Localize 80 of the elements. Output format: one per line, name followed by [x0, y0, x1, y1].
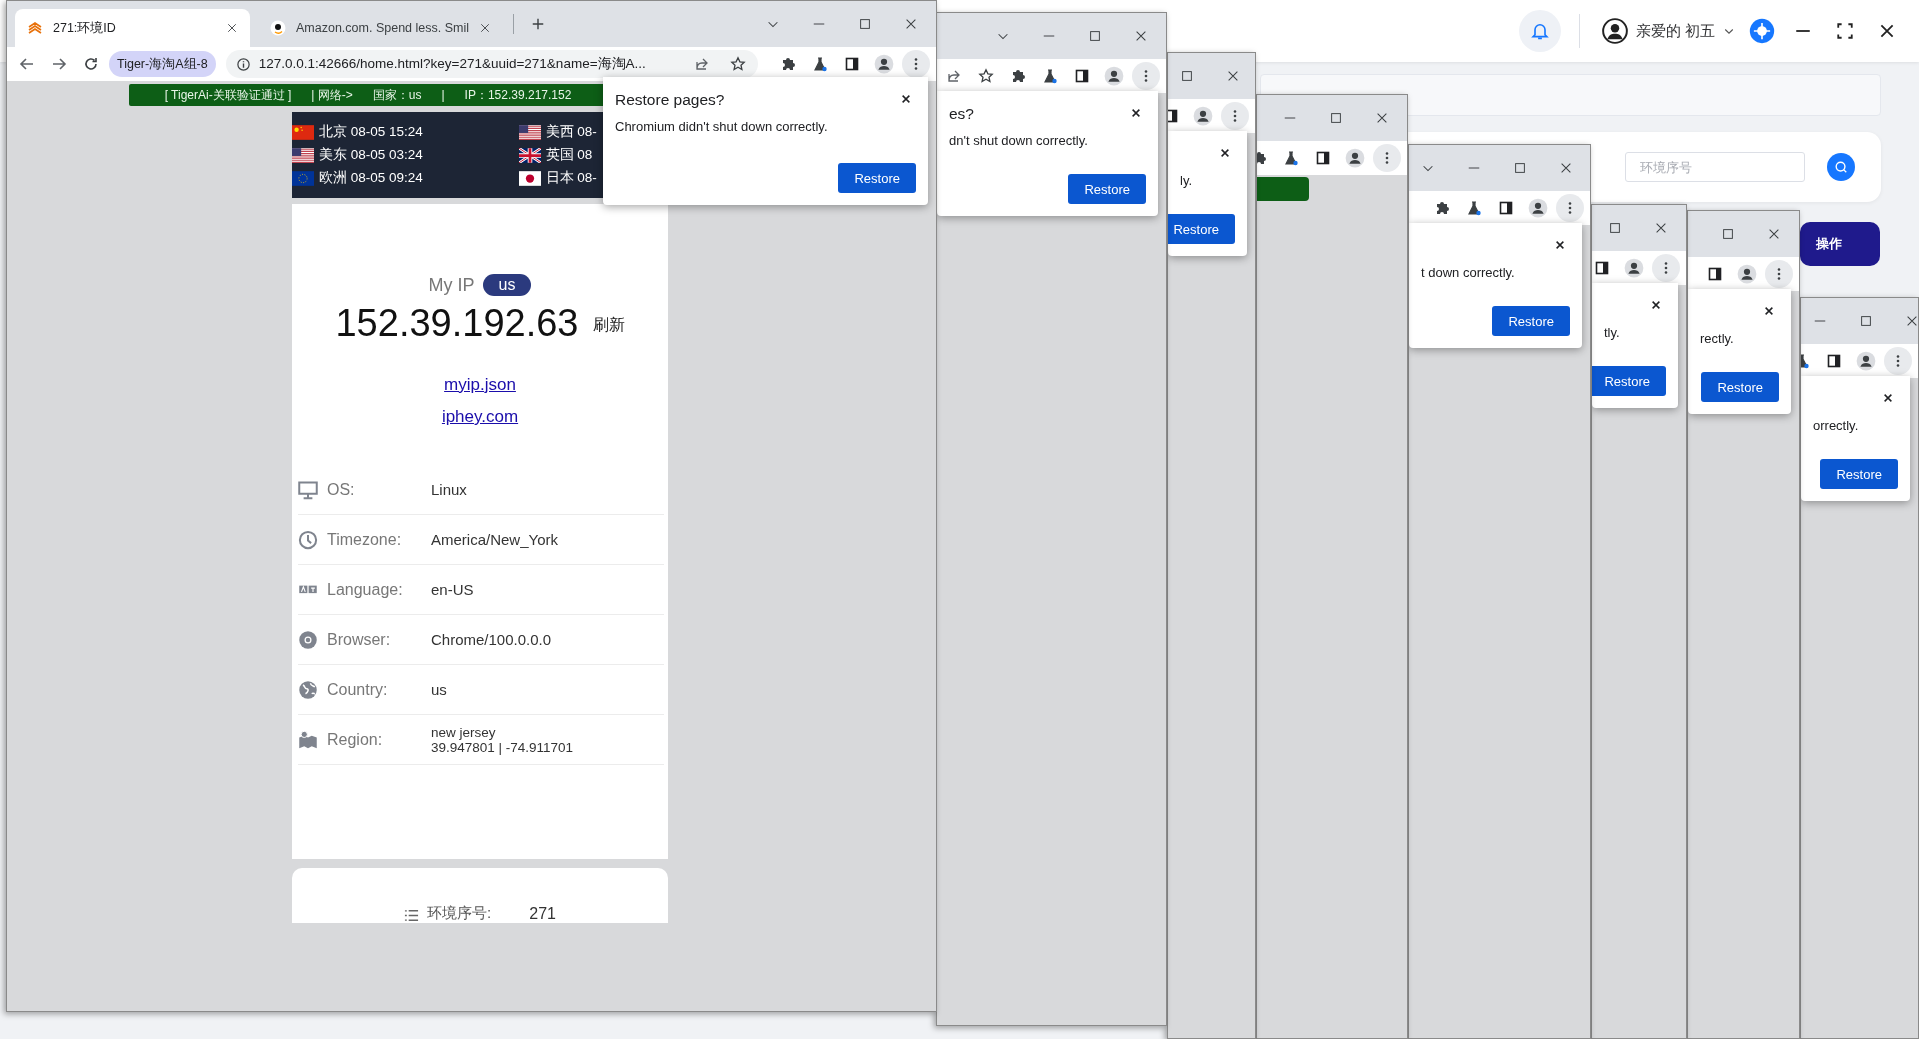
info-label: Timezone:	[327, 530, 403, 549]
restore-button[interactable]: Restore	[1492, 306, 1570, 336]
url-text: 127.0.0.1:42666/home.html?key=271&uuid=271&name=海淘A...	[258, 55, 647, 73]
flag-icon	[518, 124, 541, 140]
env-label: 环境序号:	[427, 904, 492, 923]
globe-icon	[298, 679, 318, 700]
banner-text: | 网络->	[311, 86, 353, 104]
info-value: new jersey	[431, 724, 497, 740]
clock-text: 美东 08-05 03:24	[319, 146, 423, 164]
info-label: Region:	[327, 730, 384, 749]
info-label: Browser:	[327, 630, 392, 649]
monitor-icon	[298, 479, 318, 500]
info-label: OS:	[327, 480, 356, 499]
dialog-message: tly.	[1604, 325, 1621, 340]
info-label: Language:	[327, 580, 404, 599]
clock-text: 英国 08	[545, 146, 593, 164]
avatar-icon	[1601, 18, 1628, 44]
address-bar[interactable]: 127.0.0.1:42666/home.html?key=271&uuid=271&name=海淘A...	[225, 50, 758, 78]
dialog-message: t down correctly.	[1421, 265, 1516, 280]
info-value: en-US	[431, 581, 474, 598]
profile-chip[interactable]: Tiger-海淘A组-8	[109, 51, 216, 77]
dialog-message: dn't shut down correctly.	[949, 133, 1089, 148]
coordinates: 39.947801 | -74.911701	[431, 739, 574, 755]
list-icon	[404, 908, 420, 923]
search-field[interactable]: 环境序号	[1625, 152, 1805, 182]
link[interactable]: iphey.com	[441, 407, 519, 427]
info-value: America/New_York	[431, 531, 558, 548]
tab-close-icon	[226, 22, 238, 34]
info-value: Chrome/100.0.0.0	[431, 631, 552, 648]
map-icon	[298, 729, 318, 750]
column-header: 操作	[1800, 222, 1880, 266]
banner-text: [ TigerAi-关联验证通过 ]	[164, 86, 292, 104]
restore-button[interactable]: Restore	[1592, 366, 1666, 396]
search-button[interactable]	[1827, 153, 1855, 181]
notification-button[interactable]	[1518, 10, 1561, 52]
restore-button[interactable]: Restore	[1068, 174, 1146, 204]
clock-text: 欧洲 08-05 09:24	[319, 169, 423, 187]
flag-icon	[518, 147, 541, 163]
browser-icon	[298, 629, 318, 650]
link[interactable]: myip.json	[444, 375, 516, 395]
restore-button[interactable]: Restore	[838, 163, 916, 193]
restore-button[interactable]: Restore	[1701, 372, 1779, 402]
flag-icon	[292, 147, 314, 163]
dialog-message: orrectly.	[1813, 418, 1860, 433]
bell-icon	[1529, 21, 1550, 41]
info-label: Country:	[327, 680, 389, 699]
info-value: Linux	[431, 481, 467, 498]
clock-icon	[298, 529, 318, 550]
flag-icon	[292, 124, 314, 140]
browser-tab[interactable]: 271:环境ID	[15, 9, 250, 47]
browser-tab[interactable]: Amazon.com. Spend less. Smil	[258, 9, 503, 47]
ip-address: 152.39.192.63	[335, 302, 579, 345]
dialog-title: Restore pages?	[615, 91, 725, 110]
user-menu[interactable]: 亲爱的 初五	[1601, 18, 1735, 44]
info-icon	[235, 56, 251, 72]
clock-text: 北京 08-05 15:24	[319, 123, 423, 141]
dialog-message: rectly.	[1700, 331, 1735, 346]
dialog-title: es?	[949, 105, 974, 124]
banner-text: IP：152.39.217.152	[464, 86, 572, 104]
dialog-message: ly.	[1180, 173, 1194, 188]
refresh-button[interactable]: 刷新	[592, 315, 625, 336]
flag-icon	[518, 170, 541, 186]
search-icon	[1834, 160, 1848, 174]
app-logo-icon	[1749, 18, 1775, 44]
layers-logo-icon	[27, 20, 43, 36]
dialog-message: Chromium didn't shut down correctly.	[615, 119, 829, 134]
status-banner	[1257, 177, 1309, 201]
flag-icon	[292, 170, 314, 186]
my-ip-label: My IP	[428, 274, 475, 296]
restore-button[interactable]: Restore	[1168, 214, 1235, 244]
tab-close-icon	[479, 22, 491, 34]
info-value: us	[431, 681, 447, 698]
clock-text: 美西 08-	[545, 123, 597, 141]
restore-button[interactable]: Restore	[1820, 459, 1898, 489]
a-logo-icon	[270, 20, 286, 36]
banner-text: |	[441, 88, 445, 102]
country-badge: us	[482, 274, 532, 296]
env-value: 271	[529, 905, 556, 923]
banner-text: 国家：us	[372, 86, 422, 104]
clock-text: 日本 08-	[545, 169, 597, 187]
